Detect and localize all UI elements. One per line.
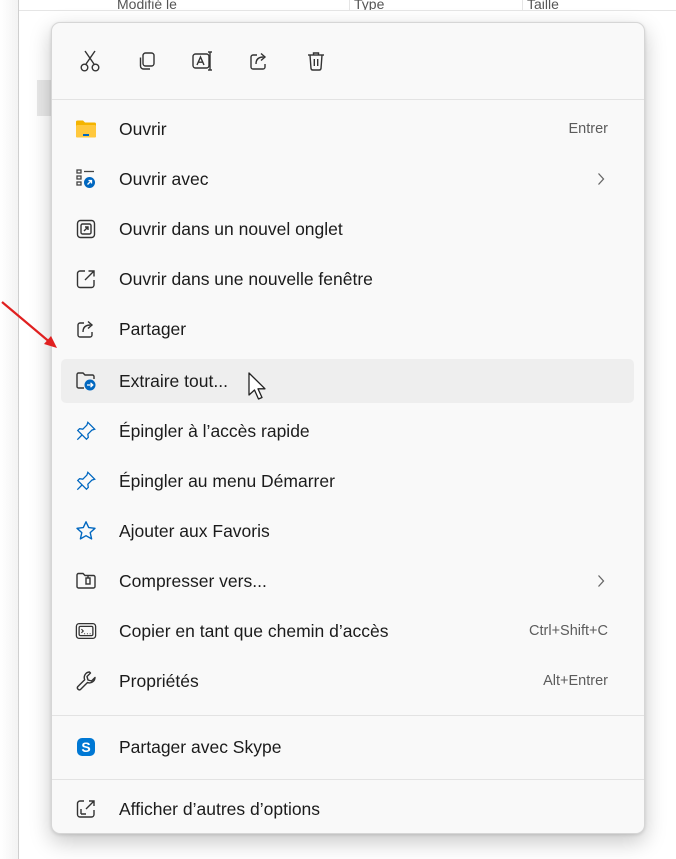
- screenshot-left-margin: [0, 0, 18, 859]
- menu-item-label: Propriétés: [119, 671, 199, 691]
- cut-icon[interactable]: [78, 49, 102, 73]
- annotation-arrow-icon: [1, 301, 57, 348]
- chevron-right-icon: [594, 169, 608, 189]
- share-icon: [75, 318, 97, 340]
- copy-icon[interactable]: [135, 49, 159, 73]
- menu-separator: [52, 779, 644, 780]
- menu-item-share-skype[interactable]: S Partager avec Skype: [61, 725, 634, 769]
- context-menu: Ouvrir Entrer Ouvrir avec Ouvrir dans un…: [51, 22, 645, 834]
- menu-item-label: Ouvrir dans une nouvelle fenêtre: [119, 269, 373, 289]
- zip-icon: [75, 570, 97, 592]
- menu-item-label: Partager avec Skype: [119, 737, 282, 757]
- menu-item-extract-all[interactable]: Extraire tout...: [61, 359, 634, 403]
- star-icon: [75, 520, 97, 542]
- svg-text:S: S: [81, 739, 90, 755]
- menu-item-label: Copier en tant que chemin d’accès: [119, 621, 389, 641]
- menu-item-label: Ouvrir: [119, 119, 167, 139]
- share-icon[interactable]: [247, 49, 271, 73]
- menu-item-label: Épingler au menu Démarrer: [119, 471, 335, 491]
- menu-item-share[interactable]: Partager: [61, 307, 634, 351]
- menu-item-label: Ouvrir dans un nouvel onglet: [119, 219, 343, 239]
- skype-icon: S: [75, 736, 97, 758]
- menu-item-open-with[interactable]: Ouvrir avec: [61, 157, 634, 201]
- column-header-modified[interactable]: Modifié le: [117, 0, 327, 10]
- column-header-size[interactable]: Taille: [522, 0, 647, 10]
- menu-item-label: Ouvrir avec: [119, 169, 209, 189]
- context-menu-toolbar: [52, 23, 644, 99]
- more-options-icon: [75, 798, 97, 820]
- menu-item-label: Compresser vers...: [119, 571, 267, 591]
- menu-item-properties[interactable]: Propriétés Alt+Entrer: [61, 659, 634, 703]
- mouse-cursor-icon: [248, 372, 266, 400]
- new-tab-icon: [75, 218, 97, 240]
- toolbar-separator: [52, 99, 644, 100]
- delete-icon[interactable]: [304, 49, 328, 73]
- menu-item-shortcut: Entrer: [568, 121, 609, 137]
- menu-item-copy-path[interactable]: Copier en tant que chemin d’accès Ctrl+S…: [61, 609, 634, 653]
- column-header-type[interactable]: Type: [349, 0, 534, 10]
- wrench-icon: [75, 670, 97, 692]
- menu-item-shortcut: Alt+Entrer: [543, 673, 608, 689]
- menu-item-pin-start[interactable]: Épingler au menu Démarrer: [61, 459, 634, 503]
- menu-item-open-new-tab[interactable]: Ouvrir dans un nouvel onglet: [61, 207, 634, 251]
- menu-item-add-favorites[interactable]: Ajouter aux Favoris: [61, 509, 634, 553]
- menu-item-compress[interactable]: Compresser vers...: [61, 559, 634, 603]
- pin-icon: [75, 420, 97, 442]
- new-window-icon: [75, 268, 97, 290]
- menu-item-shortcut: Ctrl+Shift+C: [529, 623, 608, 639]
- folder-icon: [75, 118, 97, 140]
- menu-separator: [52, 715, 644, 716]
- menu-item-pin-quick-access[interactable]: Épingler à l’accès rapide: [61, 409, 634, 453]
- chevron-right-icon: [594, 571, 608, 591]
- pin-icon: [75, 470, 97, 492]
- extract-icon: [75, 370, 97, 392]
- menu-item-label: Partager: [119, 319, 187, 339]
- menu-item-open-new-window[interactable]: Ouvrir dans une nouvelle fenêtre: [61, 257, 634, 301]
- menu-item-label: Extraire tout...: [119, 371, 228, 391]
- menu-item-label: Afficher d’autres d’options: [119, 799, 321, 819]
- menu-item-open[interactable]: Ouvrir Entrer: [61, 107, 634, 151]
- file-list-header: Modifié le Type Taille: [19, 0, 676, 11]
- rename-icon[interactable]: [191, 49, 215, 73]
- menu-item-label: Épingler à l’accès rapide: [119, 421, 310, 441]
- menu-item-more-options[interactable]: Afficher d’autres d’options: [61, 787, 634, 831]
- menu-item-label: Ajouter aux Favoris: [119, 521, 270, 541]
- path-icon: [75, 620, 97, 642]
- open-with-icon: [75, 168, 97, 190]
